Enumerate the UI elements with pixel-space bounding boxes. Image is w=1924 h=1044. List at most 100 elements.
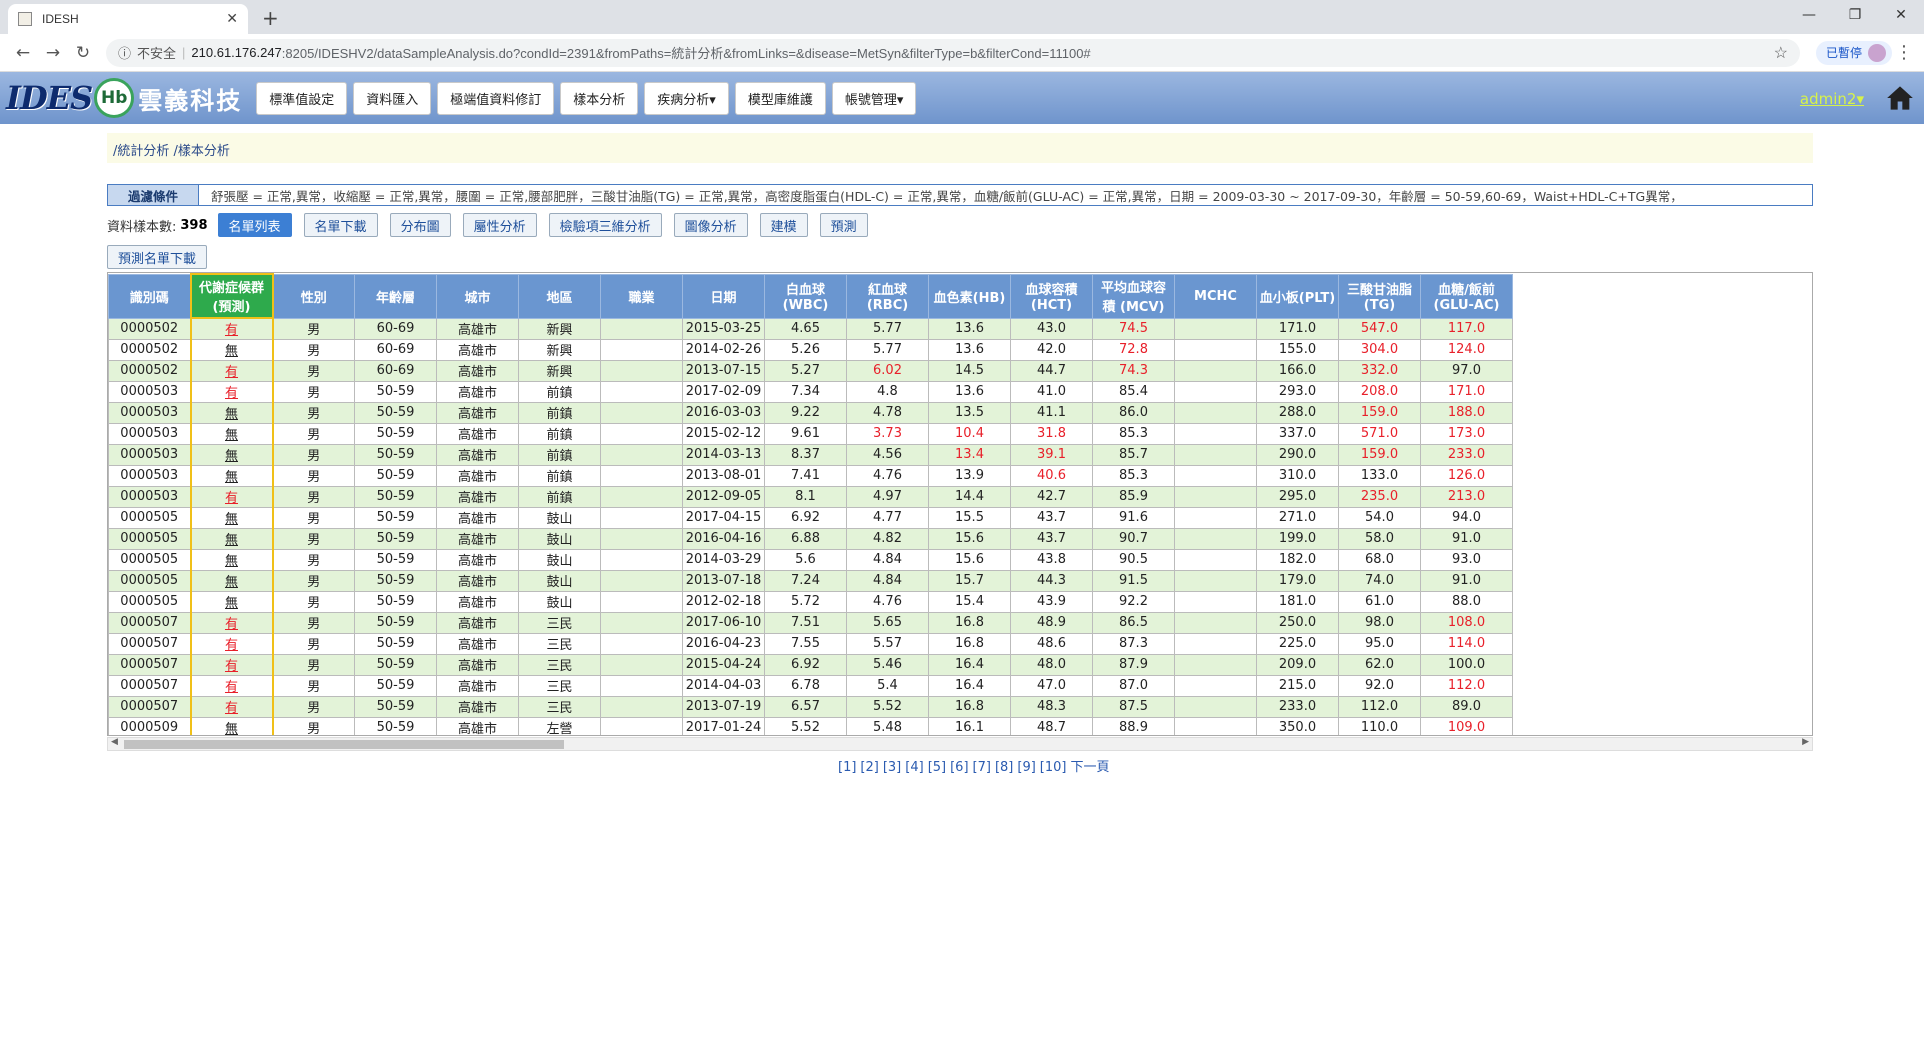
browser-menu-icon[interactable]: ⋮ — [1892, 42, 1916, 63]
prediction-link[interactable]: 無 — [225, 554, 238, 569]
table-cell[interactable]: 有 — [189, 695, 274, 718]
table-cell[interactable]: 有 — [189, 485, 274, 508]
scroll-left-icon[interactable]: ◀ — [111, 737, 118, 747]
prediction-link[interactable]: 無 — [225, 722, 238, 735]
column-header-15[interactable]: 三酸甘油脂(TG) — [1338, 273, 1421, 319]
table-cell[interactable]: 有 — [189, 653, 274, 676]
table-row[interactable]: 0000502 有 男 60-69 高雄市 新興 2013-07-15 5.27 6.02 14.… — [108, 359, 1513, 382]
table-row[interactable]: 0000507 有 男 50-59 高雄市 三民 2013-07-19 6.57 5.52 16.… — [108, 695, 1513, 718]
bookmark-star-icon[interactable]: ☆ — [1774, 43, 1788, 63]
prediction-link[interactable]: 有 — [225, 323, 238, 338]
table-row[interactable]: 0000502 有 男 60-69 高雄市 新興 2015-03-25 4.65 5.77 13.… — [108, 317, 1513, 340]
table-row[interactable]: 0000505 無 男 50-59 高雄市 鼓山 2017-04-15 6.92 4.77 15.… — [108, 506, 1513, 529]
close-tab-icon[interactable]: ✕ — [226, 11, 238, 27]
prediction-link[interactable]: 有 — [225, 386, 238, 401]
forward-arrow-icon[interactable]: → — [38, 43, 68, 63]
back-arrow-icon[interactable]: ← — [8, 43, 38, 63]
breadcrumb[interactable]: /統計分析 /樣本分析 — [107, 133, 1813, 163]
column-header-0[interactable]: 識別碼 — [108, 273, 191, 319]
browser-tab[interactable]: IDESH ✕ — [8, 4, 248, 34]
prediction-link[interactable]: 有 — [225, 680, 238, 695]
minimize-icon[interactable]: — — [1786, 0, 1832, 30]
prediction-link[interactable]: 無 — [225, 596, 238, 611]
page-link-3[interactable]: [3] — [883, 760, 901, 775]
page-link-6[interactable]: [6] — [950, 760, 968, 775]
table-cell[interactable]: 無 — [189, 527, 274, 550]
column-header-10[interactable]: 血色素(HB) — [928, 273, 1011, 319]
prediction-link[interactable]: 無 — [225, 512, 238, 527]
table-row[interactable]: 0000507 有 男 50-59 高雄市 三民 2014-04-03 6.78 5.4 16.4… — [108, 674, 1513, 697]
page-link-9[interactable]: [9] — [1017, 760, 1035, 775]
home-icon[interactable] — [1886, 84, 1914, 112]
reload-icon[interactable]: ↻ — [68, 43, 98, 63]
column-header-4[interactable]: 城市 — [436, 273, 519, 319]
column-header-13[interactable]: MCHC — [1174, 273, 1257, 319]
table-cell[interactable]: 無 — [189, 590, 274, 613]
column-header-1[interactable]: 代謝症候群 (預測) — [189, 273, 274, 319]
page-link-8[interactable]: [8] — [995, 760, 1013, 775]
table-cell[interactable]: 有 — [189, 674, 274, 697]
nav-button-4[interactable]: 疾病分析▾ — [644, 81, 729, 115]
control-button-2[interactable]: 分布圖 — [389, 213, 451, 237]
table-cell[interactable]: 有 — [189, 611, 274, 634]
scroll-right-icon[interactable]: ▶ — [1802, 737, 1809, 747]
table-row[interactable]: 0000503 無 男 50-59 高雄市 前鎮 2014-03-13 8.37 4.56 13.… — [108, 443, 1513, 466]
table-cell[interactable]: 無 — [189, 569, 274, 592]
nav-button-0[interactable]: 標準值設定 — [256, 81, 348, 115]
table-row[interactable]: 0000505 無 男 50-59 高雄市 鼓山 2012-02-18 5.72 4.76 15.… — [108, 590, 1513, 613]
next-page-link[interactable]: 下一頁 — [1070, 760, 1109, 775]
table-row[interactable]: 0000503 無 男 50-59 高雄市 前鎮 2015-02-12 9.61 3.73 10.… — [108, 422, 1513, 445]
table-row[interactable]: 0000509 無 男 50-59 高雄市 左營 2017-01-24 5.52 5.48 16.… — [108, 716, 1513, 735]
table-row[interactable]: 0000503 有 男 50-59 高雄市 前鎮 2017-02-09 7.34 4.8 13.6… — [108, 380, 1513, 403]
control-button-3[interactable]: 屬性分析 — [462, 213, 537, 237]
app-logo[interactable]: IDES Hb 雲義科技 — [6, 78, 242, 118]
window-close-icon[interactable]: ✕ — [1878, 0, 1924, 30]
control-button-1[interactable]: 名單下載 — [303, 213, 378, 237]
nav-button-1[interactable]: 資料匯入 — [353, 81, 432, 115]
predict-download-button[interactable]: 預測名單下載 — [107, 245, 208, 269]
column-header-2[interactable]: 性別 — [272, 273, 355, 319]
table-row[interactable]: 0000507 有 男 50-59 高雄市 三民 2017-06-10 7.51 5.65 16.… — [108, 611, 1513, 634]
horizontal-scrollbar[interactable]: ◀ ▶ — [107, 737, 1813, 751]
prediction-link[interactable]: 無 — [225, 428, 238, 443]
table-cell[interactable]: 無 — [189, 548, 274, 571]
table-row[interactable]: 0000503 有 男 50-59 高雄市 前鎮 2012-09-05 8.1 4.97 14.4… — [108, 485, 1513, 508]
control-button-6[interactable]: 建模 — [759, 213, 808, 237]
page-link-7[interactable]: [7] — [973, 760, 991, 775]
table-row[interactable]: 0000507 有 男 50-59 高雄市 三民 2016-04-23 7.55 5.57 16.… — [108, 632, 1513, 655]
page-link-10[interactable]: [10] — [1040, 760, 1067, 775]
table-cell[interactable]: 無 — [189, 443, 274, 466]
column-header-3[interactable]: 年齡層 — [354, 273, 437, 319]
info-icon[interactable]: ⓘ — [118, 43, 131, 62]
prediction-link[interactable]: 無 — [225, 407, 238, 422]
control-button-5[interactable]: 圖像分析 — [673, 213, 748, 237]
table-cell[interactable]: 無 — [189, 464, 274, 487]
nav-button-6[interactable]: 帳號管理▾ — [831, 81, 917, 115]
new-tab-icon[interactable]: + — [262, 6, 279, 30]
prediction-link[interactable]: 無 — [225, 470, 238, 485]
address-bar[interactable]: ⓘ 不安全 | 210.61.176.247 :8205/IDESHV2/dat… — [106, 38, 1800, 67]
control-button-0[interactable]: 名單列表 — [217, 213, 292, 237]
column-header-11[interactable]: 血球容積(HCT) — [1010, 273, 1093, 319]
table-cell[interactable]: 有 — [189, 632, 274, 655]
table-cell[interactable]: 有 — [189, 380, 274, 403]
column-header-8[interactable]: 白血球(WBC) — [764, 273, 847, 319]
prediction-link[interactable]: 無 — [225, 449, 238, 464]
prediction-link[interactable]: 無 — [225, 533, 238, 548]
prediction-link[interactable]: 無 — [225, 575, 238, 590]
column-header-7[interactable]: 日期 — [682, 273, 765, 319]
table-row[interactable]: 0000503 無 男 50-59 高雄市 前鎮 2013-08-01 7.41 4.76 13.… — [108, 464, 1513, 487]
column-header-6[interactable]: 職業 — [600, 273, 683, 319]
table-cell[interactable]: 無 — [189, 716, 274, 735]
table-row[interactable]: 0000502 無 男 60-69 高雄市 新興 2014-02-26 5.26 5.77 13.… — [108, 338, 1513, 361]
control-button-7[interactable]: 預測 — [819, 213, 868, 237]
prediction-link[interactable]: 有 — [225, 701, 238, 716]
sample-table-container[interactable]: 識別碼 代謝症候群 (預測) 性別 年齡層 城市 地區 職業 日期 白血球(WBC) 紅血球(RB… — [107, 272, 1813, 736]
table-row[interactable]: 0000505 無 男 50-59 高雄市 鼓山 2013-07-18 7.24 4.84 15.… — [108, 569, 1513, 592]
table-cell[interactable]: 有 — [189, 359, 274, 382]
page-link-4[interactable]: [4] — [905, 760, 923, 775]
prediction-link[interactable]: 有 — [225, 491, 238, 506]
nav-button-5[interactable]: 模型庫維護 — [734, 81, 826, 115]
column-header-12[interactable]: 平均血球容積 (MCV) — [1092, 273, 1175, 319]
table-row[interactable]: 0000505 無 男 50-59 高雄市 鼓山 2016-04-16 6.88 4.82 15.… — [108, 527, 1513, 550]
